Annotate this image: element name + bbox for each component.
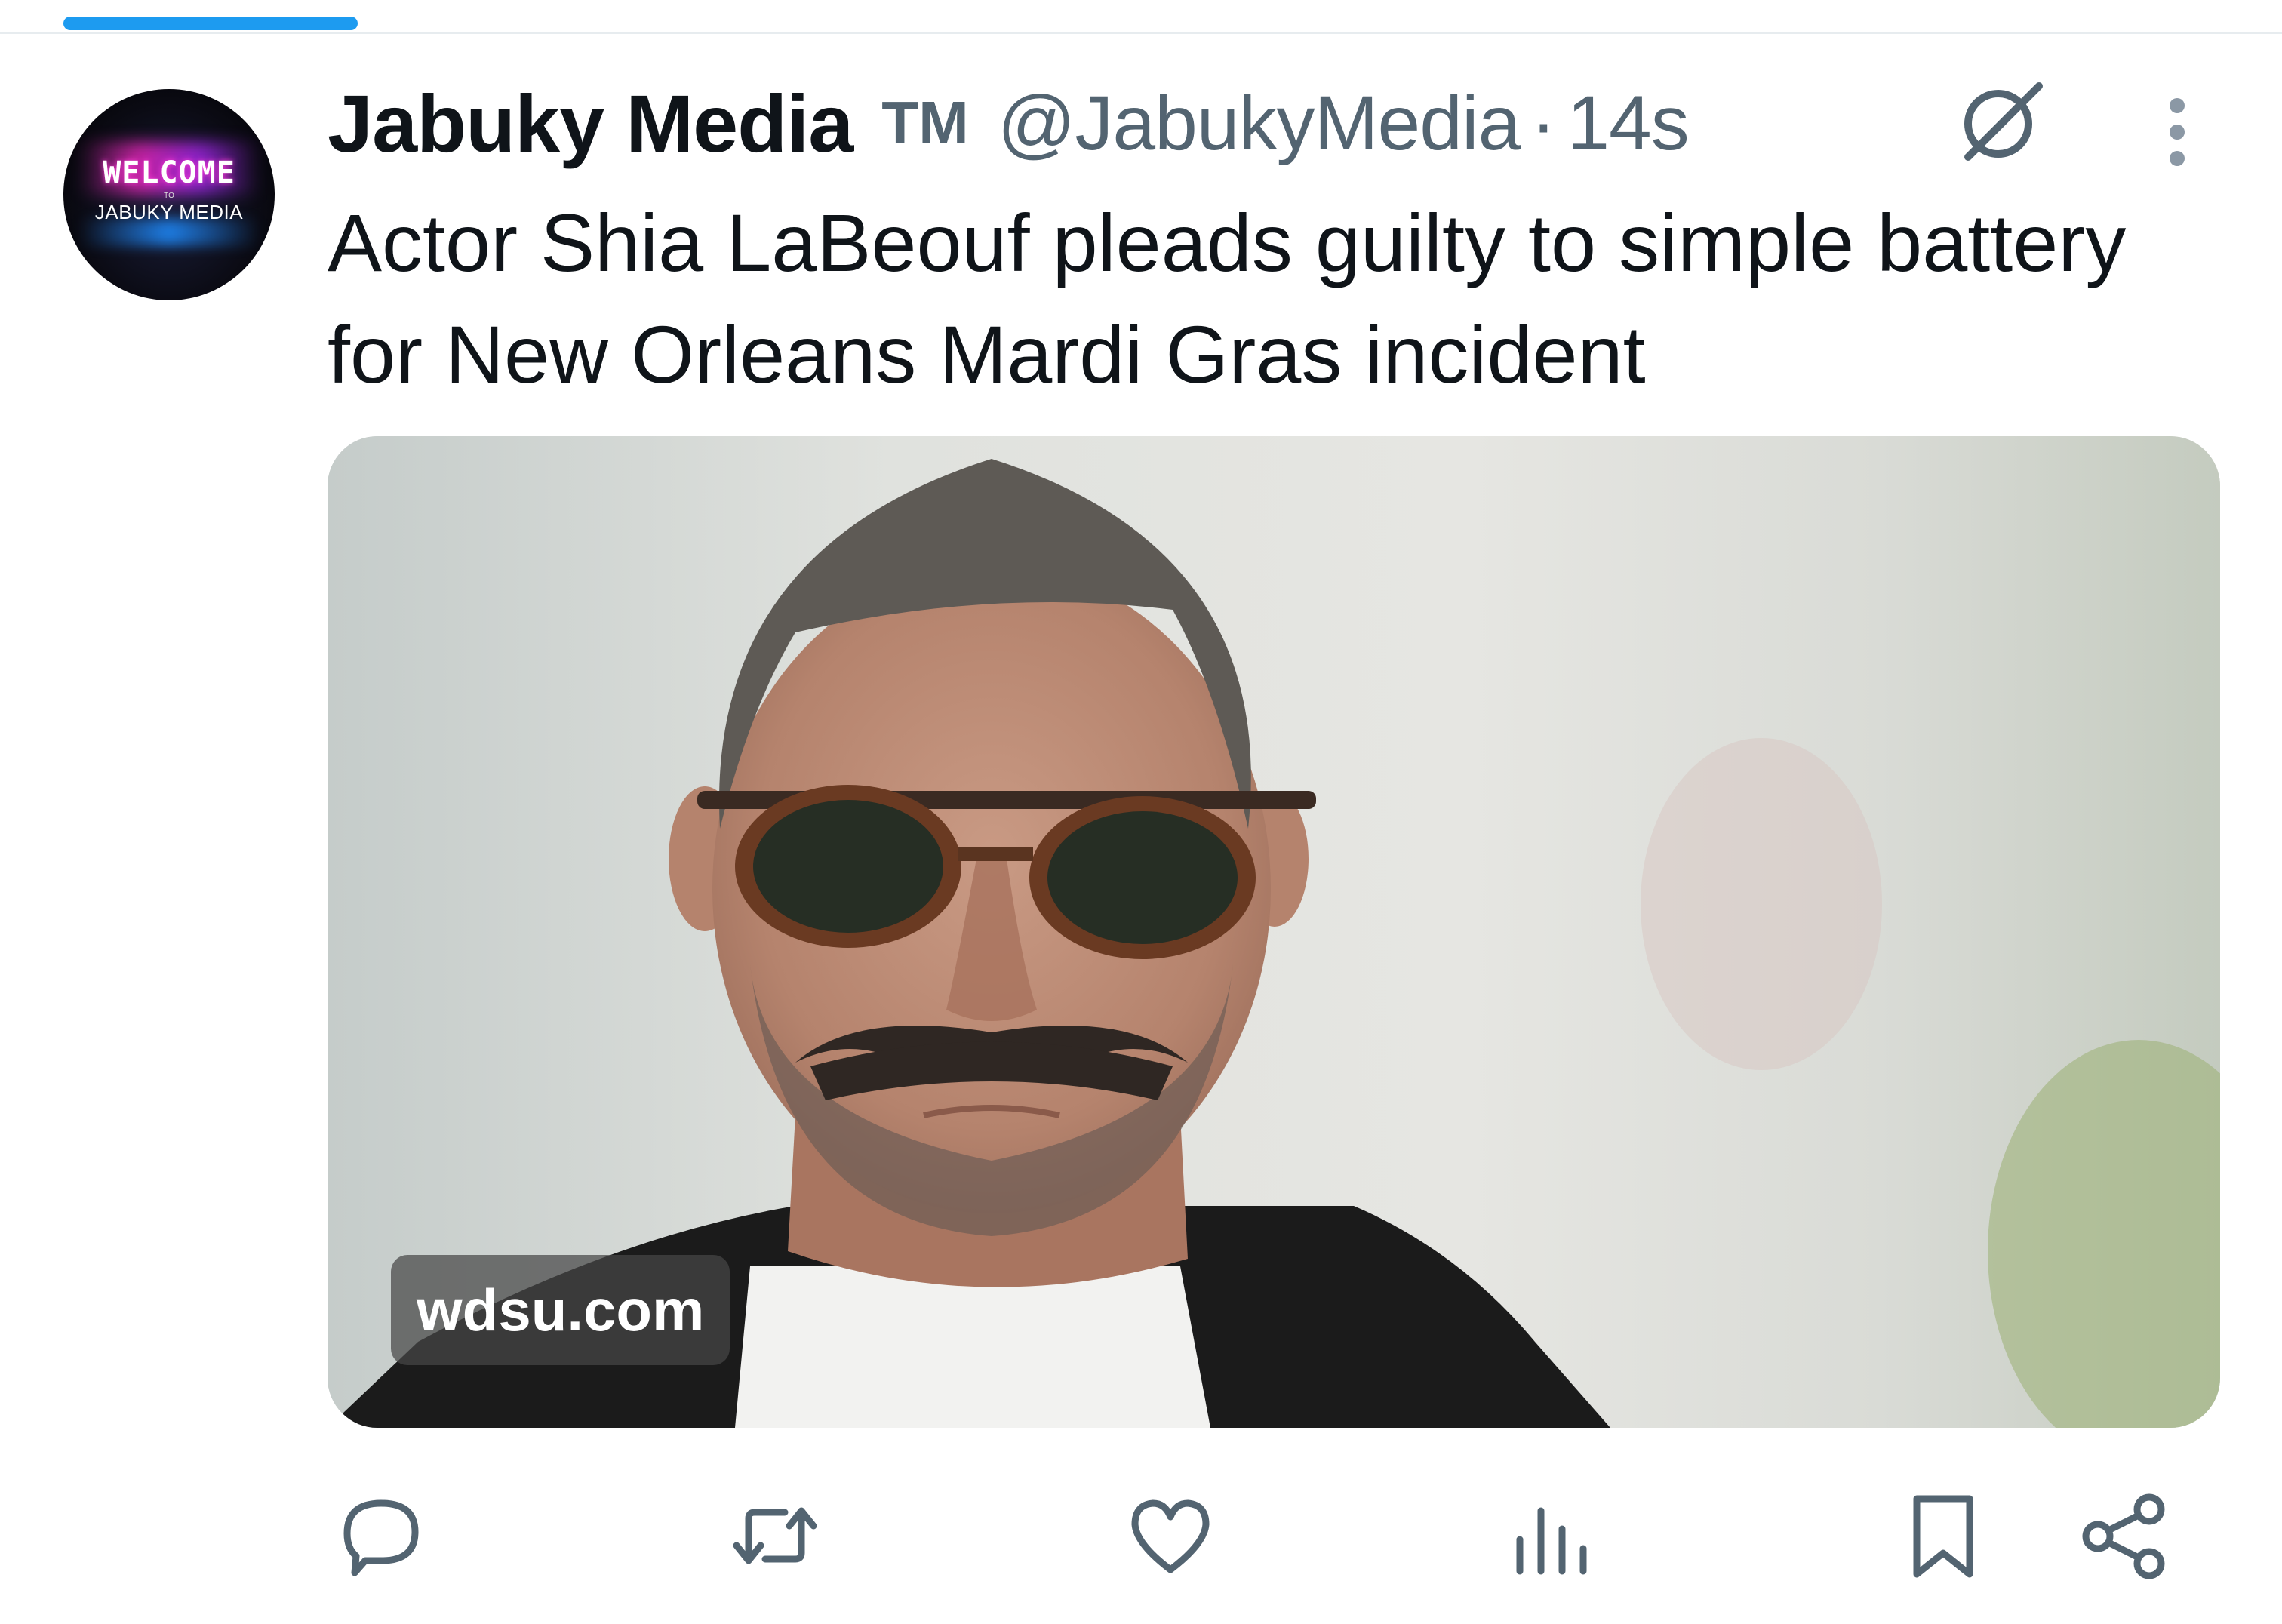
author-handle[interactable]: @JabukyMedia — [998, 79, 1521, 168]
tweet-text: Actor Shia LaBeouf pleads guilty to simp… — [328, 197, 2127, 400]
avatar-welcome-text: WELCOME — [103, 155, 235, 190]
heart-icon[interactable] — [1121, 1487, 1219, 1585]
tweet-header: Jabuky Media TM @JabukyMedia · 14s — [328, 78, 1690, 169]
grok-icon[interactable] — [1951, 72, 2050, 171]
views-icon[interactable] — [1502, 1487, 1600, 1585]
tweet-action-bar — [0, 1487, 2282, 1592]
timestamp[interactable]: 14s — [1567, 79, 1689, 168]
separator-dot: · — [1530, 79, 1557, 166]
tweet-media-image[interactable]: wdsu.com — [328, 436, 2220, 1428]
avatar[interactable]: WELCOME TO JABUKY MEDIA — [63, 89, 275, 300]
author-badge: TM — [881, 89, 969, 156]
top-divider — [0, 32, 2282, 34]
retweet-icon[interactable] — [726, 1487, 824, 1585]
bookmark-icon[interactable] — [1894, 1487, 1992, 1585]
reply-icon[interactable] — [332, 1487, 430, 1585]
avatar-to-text: TO — [164, 192, 174, 200]
avatar-brand-text: JABUKY MEDIA — [94, 201, 244, 223]
more-vertical-icon[interactable] — [2151, 91, 2204, 174]
link-source-badge[interactable]: wdsu.com — [391, 1255, 730, 1365]
share-icon[interactable] — [2075, 1487, 2173, 1585]
loading-progress-bar — [63, 17, 358, 30]
author-name[interactable]: Jabuky Media — [328, 76, 853, 171]
